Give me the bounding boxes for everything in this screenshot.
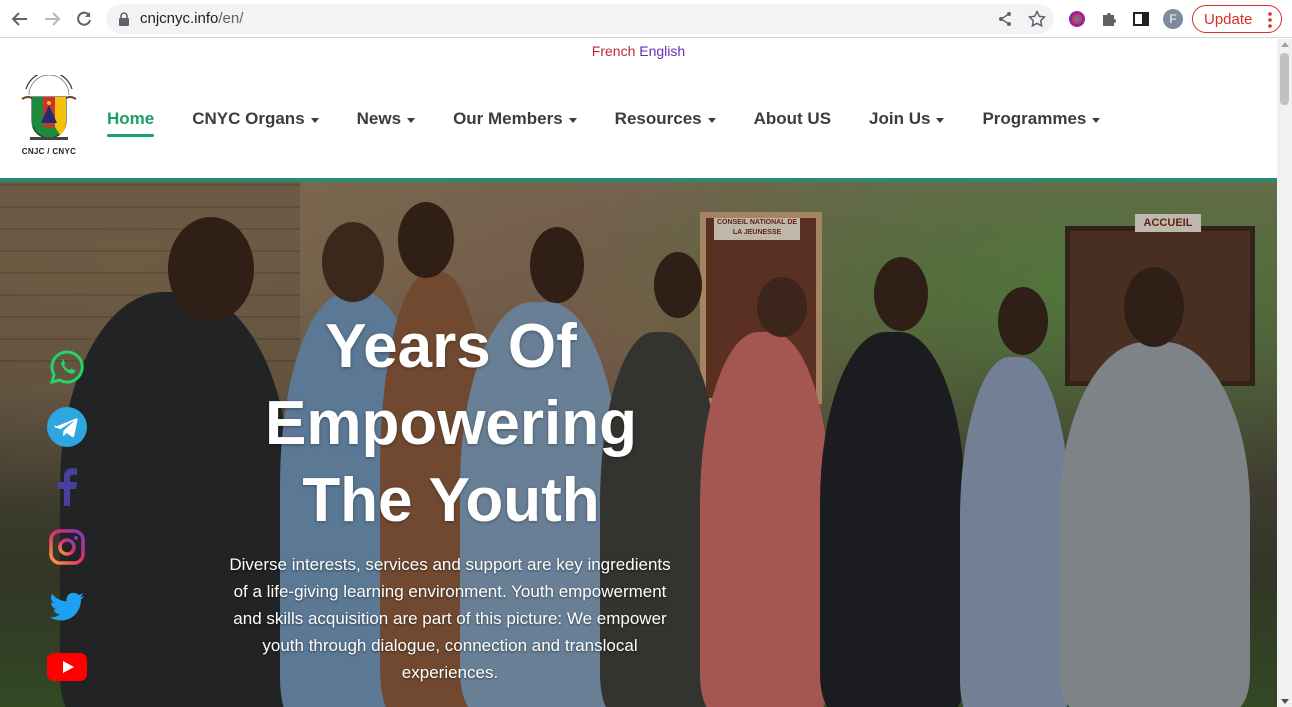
puzzle-icon[interactable]	[1099, 9, 1119, 29]
share-icon[interactable]	[995, 9, 1015, 29]
side-panel-icon[interactable]	[1131, 9, 1151, 29]
whatsapp-icon[interactable]	[47, 347, 87, 387]
url-domain: cnjcnyc.info	[140, 10, 219, 27]
caret-down-icon	[1092, 117, 1101, 123]
lang-english-link[interactable]: English	[639, 43, 685, 59]
caret-down-icon	[936, 117, 945, 123]
nav-about-us[interactable]: About US	[754, 109, 831, 129]
nav-join-us-label: Join Us	[869, 109, 931, 128]
nav-join-us[interactable]: Join Us	[869, 109, 945, 129]
hero-title-line2: Empowering	[264, 389, 638, 458]
url-path: /en/	[218, 10, 244, 27]
lang-french-link[interactable]: French	[592, 43, 636, 59]
nav-news[interactable]: News	[356, 109, 416, 129]
facebook-icon[interactable]	[47, 467, 87, 507]
page-scrollbar[interactable]	[1277, 39, 1292, 707]
caret-down-icon	[568, 117, 577, 123]
back-arrow-icon[interactable]	[8, 7, 32, 31]
browser-toolbar: cnjcnyc.info/en/ F Update	[0, 0, 1292, 38]
profile-avatar[interactable]: F	[1163, 9, 1183, 29]
lock-icon[interactable]	[114, 9, 134, 29]
scroll-up-arrow-icon[interactable]	[1281, 42, 1289, 47]
kebab-menu-icon[interactable]	[1268, 12, 1272, 28]
active-underline	[107, 134, 155, 137]
site-logo[interactable]: CNJC / CNYC	[16, 71, 82, 157]
address-bar[interactable]	[106, 4, 1054, 34]
hero-title: Years Of Empowering The Youth	[236, 308, 666, 539]
nav-our-members-label: Our Members	[453, 109, 563, 128]
caret-down-icon	[310, 117, 319, 123]
nav-news-label: News	[356, 109, 402, 128]
web-page: French English CNJC / CNYC Home CNYC Org…	[0, 39, 1277, 707]
nav-home-label: Home	[107, 109, 155, 128]
caret-down-icon	[407, 117, 416, 123]
hero-title-line3: The Youth	[302, 466, 600, 535]
bookmark-star-icon[interactable]	[1027, 9, 1047, 29]
logo-text: CNJC / CNYC	[21, 147, 77, 156]
extension-color-icon[interactable]	[1067, 9, 1087, 29]
youtube-icon[interactable]	[47, 647, 87, 687]
reload-icon[interactable]	[72, 7, 96, 31]
nav-cnyc-organs-label: CNYC Organs	[192, 109, 305, 128]
update-label: Update	[1204, 10, 1253, 28]
hero-description: Diverse interests, services and support …	[229, 555, 671, 682]
forward-arrow-icon[interactable]	[40, 7, 64, 31]
hero-title-line1: Years Of	[325, 312, 577, 381]
nav-programmes[interactable]: Programmes	[982, 109, 1101, 129]
nav-about-us-label: About US	[753, 109, 832, 128]
url-text[interactable]: cnjcnyc.info/en/	[140, 10, 243, 27]
caret-down-icon	[707, 117, 716, 123]
twitter-icon[interactable]	[47, 587, 87, 627]
hero-banner: CONSEIL NATIONAL DE LA JEUNESSE ACCUEIL …	[0, 182, 1277, 707]
main-nav: Home CNYC Organs News Our Members Resour…	[107, 109, 1138, 137]
nav-cnyc-organs[interactable]: CNYC Organs	[192, 109, 319, 129]
nav-resources[interactable]: Resources	[615, 109, 716, 129]
nav-programmes-label: Programmes	[982, 109, 1087, 128]
language-switcher: French English	[0, 43, 1277, 59]
telegram-icon[interactable]	[47, 407, 87, 447]
nav-our-members[interactable]: Our Members	[453, 109, 577, 129]
profile-initial: F	[1169, 12, 1177, 26]
nav-home[interactable]: Home	[107, 109, 155, 137]
instagram-icon[interactable]	[47, 527, 87, 567]
nav-resources-label: Resources	[614, 109, 702, 128]
update-button[interactable]: Update	[1192, 5, 1282, 33]
scroll-down-arrow-icon[interactable]	[1281, 699, 1289, 704]
scrollbar-thumb[interactable]	[1280, 53, 1289, 105]
